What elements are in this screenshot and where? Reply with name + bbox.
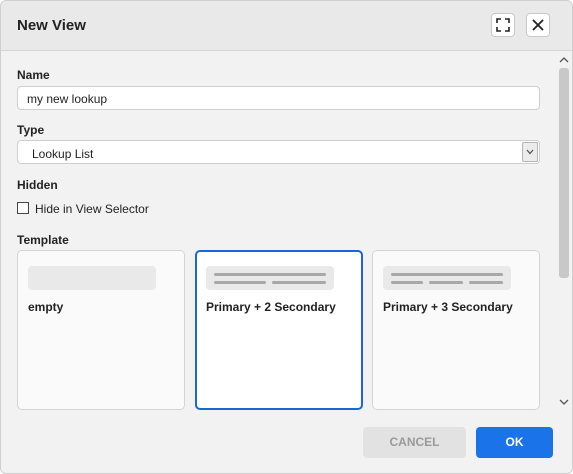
template-card-label: Primary + 2 Secondary [206,300,336,314]
template-preview [28,266,156,290]
name-input[interactable]: my new lookup [17,86,540,110]
preview-primary-line [391,273,503,276]
maximize-button[interactable] [491,13,515,37]
preview-secondary-line [429,281,463,284]
template-card-primary-2-secondary[interactable]: Primary + 2 Secondary [195,250,363,410]
hidden-label: Hidden [17,178,58,192]
template-card-label: Primary + 3 Secondary [383,300,513,314]
ok-button[interactable]: OK [476,427,553,458]
expand-icon [496,18,510,32]
hide-in-selector-checkbox[interactable] [17,202,29,214]
preview-secondary-line [214,281,266,284]
template-card-label: empty [28,300,64,314]
template-preview [383,266,511,290]
select-dropdown-button[interactable] [522,142,538,162]
scroll-thumb[interactable] [559,68,569,278]
dialog-header: New View [1,1,572,51]
hide-in-selector-label[interactable]: Hide in View Selector [35,202,149,216]
chevron-down-icon [526,149,534,155]
close-icon [532,19,544,31]
preview-secondary-line [391,281,423,284]
template-preview [206,266,334,290]
close-button[interactable] [526,13,550,37]
template-card-primary-3-secondary[interactable]: Primary + 3 Secondary [372,250,540,410]
vertical-scrollbar[interactable] [556,52,572,412]
scroll-up-icon[interactable] [559,56,569,64]
dialog-title: New View [17,17,86,34]
template-card-empty[interactable]: empty [17,250,185,410]
preview-primary-line [214,273,326,276]
preview-secondary-line [469,281,503,284]
type-select[interactable]: Lookup List [17,140,540,164]
preview-secondary-line [272,281,326,284]
template-label: Template [17,233,69,247]
new-view-dialog: New View Name my new lookup Type Lookup … [0,0,573,474]
type-label: Type [17,123,45,137]
name-label: Name [17,68,50,82]
type-selected-value: Lookup List [32,147,94,161]
cancel-button[interactable]: CANCEL [363,427,466,458]
scroll-down-icon[interactable] [559,398,569,406]
